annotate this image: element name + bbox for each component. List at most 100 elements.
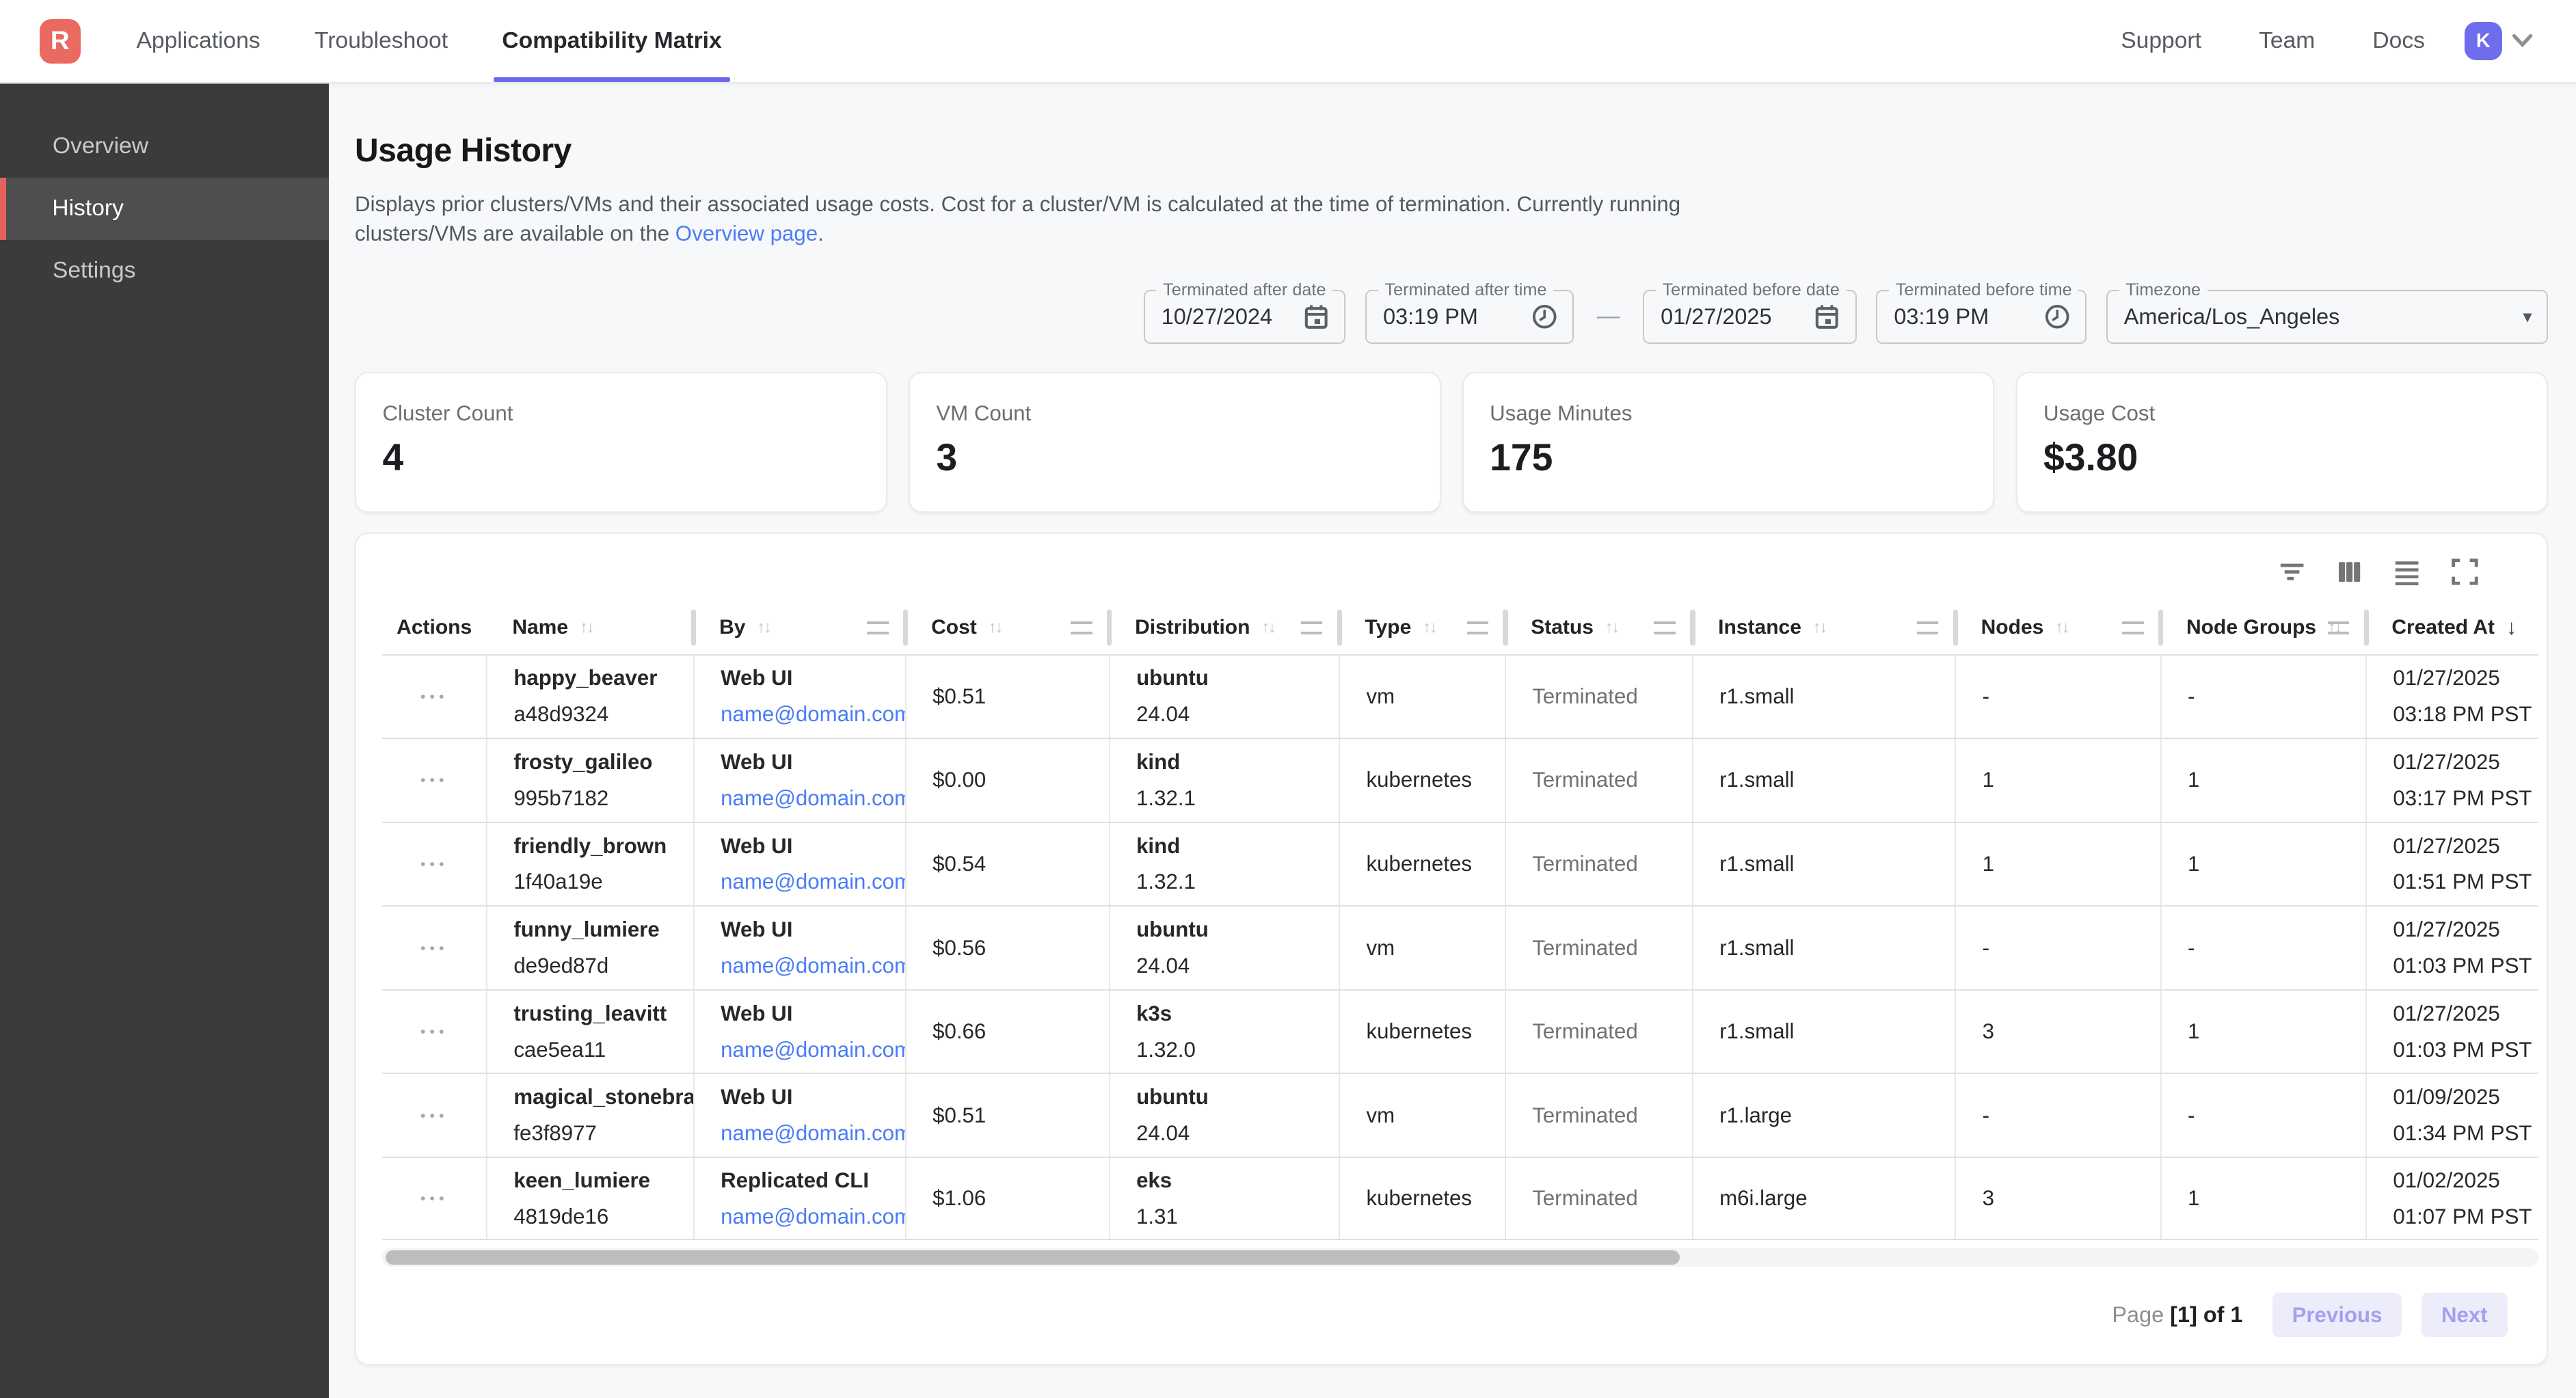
sort-icon[interactable]: ↑↓ <box>757 618 770 637</box>
cell-type-value: kubernetes <box>1366 852 1504 876</box>
cell-actions: ••• <box>382 656 485 738</box>
column-header-type[interactable]: Type↑↓ <box>1339 602 1505 654</box>
email-link[interactable]: name@domain.com <box>721 702 905 727</box>
columns-icon[interactable] <box>2335 557 2364 587</box>
calendar-icon[interactable] <box>1303 304 1329 330</box>
horizontal-scrollbar[interactable] <box>382 1248 2538 1266</box>
terminated-before-time-input[interactable]: Terminated before time 03:19 PM <box>1876 290 2087 344</box>
stat-card-usage-minutes: Usage Minutes 175 <box>1462 372 1995 513</box>
page-description: Displays prior clusters/VMs and their as… <box>355 189 2548 249</box>
column-header-distribution[interactable]: Distribution ↑↓ <box>1109 602 1339 654</box>
row-actions-button[interactable]: ••• <box>420 1189 448 1207</box>
email-link[interactable]: name@domain.com <box>721 1121 905 1146</box>
column-drag-handle-icon[interactable] <box>867 621 888 634</box>
column-header-cost[interactable]: Cost↑↓ <box>905 602 1109 654</box>
timezone-select[interactable]: Timezone America/Los_Angeles ▾ <box>2106 290 2548 344</box>
cell-nodes-value: 3 <box>1983 1186 2160 1211</box>
chevron-down-icon[interactable] <box>2512 33 2533 49</box>
cell-cost-value: $0.00 <box>933 768 1109 792</box>
row-actions-button[interactable]: ••• <box>420 855 448 873</box>
row-actions-button[interactable]: ••• <box>420 939 448 957</box>
column-header-status[interactable]: Status↑↓ <box>1505 602 1692 654</box>
cell-actions: ••• <box>382 991 485 1073</box>
sidebar-item-settings[interactable]: Settings <box>0 240 329 302</box>
email-link[interactable]: name@domain.com <box>721 1038 905 1062</box>
filter-icon[interactable] <box>2277 557 2307 587</box>
column-drag-handle-icon[interactable] <box>1654 621 1675 634</box>
cell-nodes: 3 <box>1955 1158 2160 1239</box>
sort-icon[interactable]: ↑↓ <box>989 618 1002 637</box>
cell-status: Terminated <box>1505 991 1692 1073</box>
column-header-created_at[interactable]: Created At↓ <box>2365 602 2540 654</box>
sort-icon[interactable]: ↑↓ <box>580 618 593 637</box>
cell-node-groups-value: 1 <box>2188 1019 2365 1044</box>
email-link[interactable]: name@domain.com <box>721 786 905 811</box>
row-actions-button[interactable]: ••• <box>420 771 448 789</box>
nav-item-docs[interactable]: Docs <box>2372 0 2425 82</box>
column-header-by[interactable]: By↑↓ <box>693 602 905 654</box>
clock-icon[interactable] <box>2044 304 2070 330</box>
terminated-after-time-input[interactable]: Terminated after time 03:19 PM <box>1365 290 1574 344</box>
cell-distribution-line-2: 24.04 <box>1136 702 1339 727</box>
column-drag-handle-icon[interactable] <box>2328 621 2349 634</box>
column-header-nodes[interactable]: Nodes↑↓ <box>1955 602 2160 654</box>
cell-instance-value: r1.small <box>1719 936 1955 960</box>
scrollbar-thumb[interactable] <box>386 1250 1679 1265</box>
previous-button[interactable]: Previous <box>2272 1293 2402 1337</box>
overview-page-link[interactable]: Overview page <box>675 221 818 245</box>
row-actions-button[interactable]: ••• <box>420 1107 448 1125</box>
nav-item-support[interactable]: Support <box>2121 0 2201 82</box>
cell-distribution-line-2: 1.32.1 <box>1136 786 1339 811</box>
by-source: Web UI <box>721 917 905 942</box>
cell-node-groups: 1 <box>2160 739 2365 822</box>
sorted-desc-icon[interactable]: ↓ <box>2506 615 2517 640</box>
cell-created-at-line-2: 03:17 PM PST <box>2393 786 2539 811</box>
terminated-before-date-input[interactable]: Terminated before date 01/27/2025 <box>1643 290 1856 344</box>
stat-label: Usage Cost <box>2043 401 2521 426</box>
secondary-nav: Support Team Docs <box>2121 0 2425 82</box>
terminated-after-date-input[interactable]: Terminated after date 10/27/2024 <box>1144 290 1346 344</box>
replicated-logo[interactable]: R <box>40 19 81 64</box>
row-actions-button[interactable]: ••• <box>420 1023 448 1040</box>
sort-icon[interactable]: ↑↓ <box>1813 618 1826 637</box>
sort-icon[interactable]: ↑↓ <box>1261 618 1274 637</box>
column-header-node_groups[interactable]: Node Groups↑↓ <box>2160 602 2365 654</box>
column-header-instance[interactable]: Instance↑↓ <box>1692 602 1955 654</box>
column-drag-handle-icon[interactable] <box>1467 621 1488 634</box>
cell-name-line-2: cae5ea11 <box>513 1038 693 1062</box>
table-row: •••friendly_brown1f40a19eWeb UIname@doma… <box>382 822 2538 906</box>
column-drag-handle-icon[interactable] <box>2122 621 2143 634</box>
column-header-actions[interactable]: Actions <box>382 602 485 654</box>
nav-item-troubleshoot[interactable]: Troubleshoot <box>314 0 448 82</box>
row-actions-button[interactable]: ••• <box>420 688 448 705</box>
nav-item-compatibility-matrix[interactable]: Compatibility Matrix <box>502 0 721 82</box>
cell-distribution: kind1.32.1 <box>1109 739 1339 822</box>
column-label: Distribution <box>1135 616 1250 639</box>
sort-icon[interactable]: ↑↓ <box>1605 618 1618 637</box>
next-button[interactable]: Next <box>2421 1293 2507 1337</box>
cell-created-at: 01/27/202501:51 PM PST <box>2365 823 2540 906</box>
fullscreen-icon[interactable] <box>2450 557 2479 587</box>
terminated-before-time-label: Terminated before time <box>1889 280 2078 301</box>
nav-item-team[interactable]: Team <box>2259 0 2315 82</box>
density-icon[interactable] <box>2392 557 2421 587</box>
clock-icon[interactable] <box>1531 304 1557 330</box>
stat-value: 175 <box>1490 435 1967 479</box>
sort-icon[interactable]: ↑↓ <box>2055 618 2068 637</box>
cell-created-at-line-2: 01:03 PM PST <box>2393 1038 2539 1062</box>
email-link[interactable]: name@domain.com <box>721 954 905 978</box>
email-link[interactable]: name@domain.com <box>721 1205 905 1229</box>
sort-icon[interactable]: ↑↓ <box>1423 618 1436 637</box>
sidebar-item-history[interactable]: History <box>0 178 329 240</box>
user-avatar[interactable]: K <box>2465 22 2502 59</box>
nav-item-applications[interactable]: Applications <box>136 0 260 82</box>
calendar-icon[interactable] <box>1814 304 1840 330</box>
cell-nodes-value: 1 <box>1983 768 2160 792</box>
column-drag-handle-icon[interactable] <box>1917 621 1938 634</box>
column-drag-handle-icon[interactable] <box>1301 621 1322 634</box>
column-header-name[interactable]: Name↑↓ <box>486 602 693 654</box>
sidebar-item-overview[interactable]: Overview <box>0 115 329 177</box>
cell-instance-value: m6i.large <box>1719 1186 1955 1211</box>
email-link[interactable]: name@domain.com <box>721 870 905 894</box>
column-drag-handle-icon[interactable] <box>1071 621 1092 634</box>
